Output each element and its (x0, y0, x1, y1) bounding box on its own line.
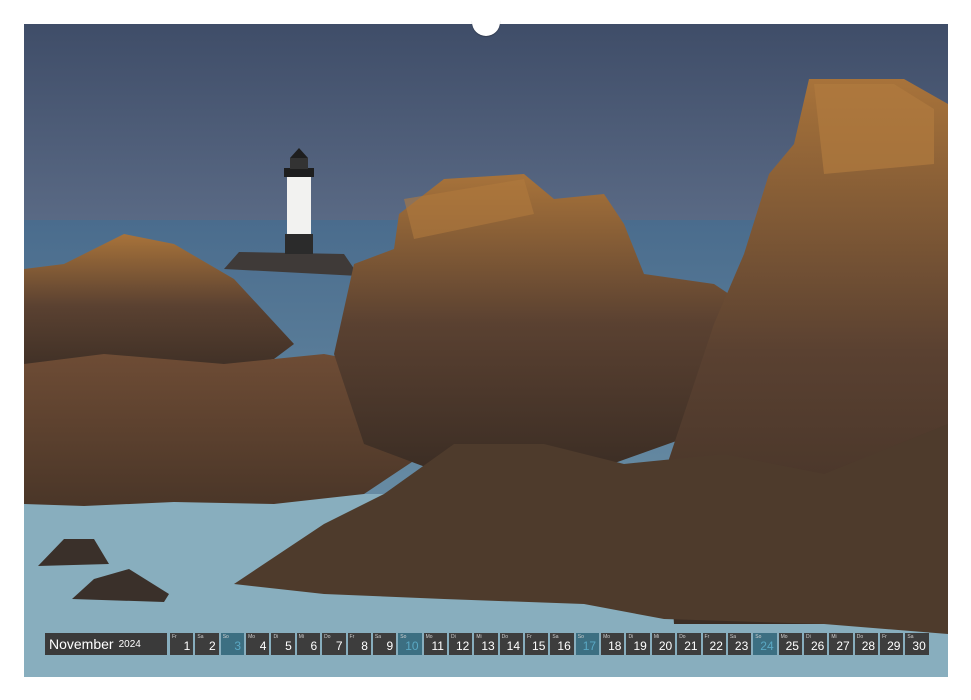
day-weekday: Mo (248, 634, 256, 640)
day-number: 1 (183, 639, 191, 653)
day-number: 27 (836, 639, 850, 653)
calendar-photo (24, 24, 948, 677)
day-cell: Mi 13 (474, 633, 498, 655)
day-cell: Sa 16 (550, 633, 574, 655)
month-year: 2024 (118, 638, 141, 650)
day-cell: Mo 25 (778, 633, 802, 655)
day-number: 24 (760, 639, 774, 653)
day-number: 19 (633, 639, 647, 653)
calendar-strip: November 2024 Fr 1 Sa 2 So 3 Mo 4 Di 5 Mi 6 Do 7 Fr 8 Sa… (45, 633, 929, 655)
day-number: 23 (734, 639, 749, 653)
day-weekday: Do (324, 634, 331, 640)
day-cell: Di 19 (626, 633, 650, 655)
day-number: 18 (608, 639, 622, 653)
day-cell: So 17 (575, 633, 600, 655)
day-number: 8 (361, 639, 368, 653)
day-cell: So 10 (398, 633, 422, 655)
day-cell: Fr 29 (880, 633, 904, 655)
day-number: 12 (455, 639, 470, 653)
day-cell: Do 21 (677, 633, 701, 655)
month-header: November 2024 (45, 633, 167, 655)
day-weekday: So (222, 634, 229, 640)
day-number: 25 (785, 639, 799, 653)
day-cell: Mo 18 (601, 633, 625, 655)
day-number: 22 (709, 639, 723, 653)
day-number: 7 (335, 639, 343, 653)
day-number: 11 (431, 639, 444, 653)
day-cell: So 24 (753, 633, 777, 655)
day-number: 17 (582, 639, 597, 653)
day-weekday: Mi (298, 634, 305, 640)
day-number: 2 (209, 639, 216, 653)
day-number: 28 (861, 639, 876, 653)
day-cell: Mi 6 (296, 633, 321, 655)
day-number: 13 (481, 639, 495, 653)
month-name: November (49, 636, 114, 652)
day-cell: Do 7 (322, 633, 346, 655)
day-number: 5 (285, 639, 292, 653)
day-cell: Mo 11 (423, 633, 447, 655)
day-cell: Fr 1 (170, 633, 194, 655)
day-cell: Sa 9 (372, 633, 397, 655)
day-number: 10 (405, 639, 419, 653)
day-number: 15 (532, 639, 546, 653)
day-cell: Sa 23 (727, 633, 752, 655)
day-cell: Fr 15 (525, 633, 549, 655)
day-cell: Do 14 (499, 633, 524, 655)
day-number: 6 (310, 639, 318, 653)
day-number: 3 (234, 639, 242, 653)
day-number: 26 (810, 639, 825, 653)
day-cell: Fr 8 (347, 633, 371, 655)
day-number: 21 (684, 639, 698, 653)
day-cell: Sa 30 (905, 633, 929, 655)
day-weekday: Di (273, 634, 279, 640)
day-cell: Sa 2 (195, 633, 219, 655)
coast-scene (24, 24, 948, 677)
day-weekday: Sa (374, 634, 381, 640)
day-cell: Mi 20 (651, 633, 676, 655)
day-cells: Fr 1 Sa 2 So 3 Mo 4 Di 5 Mi 6 Do 7 Fr 8 Sa 9 So 10 Mo 11 Di 12 M… (170, 633, 929, 655)
day-cell: Do 28 (854, 633, 879, 655)
day-weekday: Sa (197, 634, 204, 640)
day-number: 4 (259, 639, 267, 653)
day-cell: Mo 4 (246, 633, 270, 655)
day-number: 14 (506, 639, 521, 653)
day-number: 16 (557, 639, 571, 653)
day-cell: Di 26 (803, 633, 828, 655)
day-cell: Fr 22 (702, 633, 726, 655)
day-number: 29 (887, 639, 901, 653)
day-cell: Di 5 (271, 633, 295, 655)
day-number: 30 (912, 639, 926, 653)
day-number: 20 (658, 639, 673, 653)
day-number: 9 (386, 639, 394, 653)
day-cell: Di 12 (448, 633, 473, 655)
day-cell: So 3 (220, 633, 245, 655)
day-cell: Mi 27 (829, 633, 853, 655)
day-weekday: Fr (349, 634, 355, 640)
day-weekday: Fr (172, 634, 177, 640)
